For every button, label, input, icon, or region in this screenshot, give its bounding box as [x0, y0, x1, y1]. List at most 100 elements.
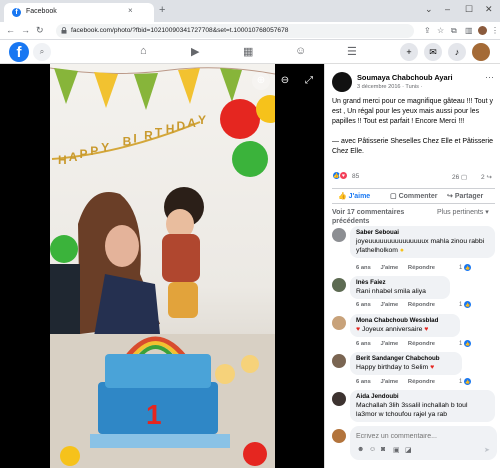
comment-like-count[interactable]: 1 👍	[459, 301, 472, 309]
zoom-in-icon[interactable]: ⊕	[252, 72, 270, 90]
comment-like-count[interactable]: 1 👍	[459, 378, 472, 385]
comment-like-count[interactable]: 1 👍	[459, 340, 472, 347]
extensions-icon[interactable]: ⧉	[451, 26, 457, 36]
comment-like-count-value: 1	[459, 265, 463, 272]
video-icon[interactable]: ▶	[191, 45, 199, 58]
heart-emoji-icon: ♥	[430, 364, 435, 371]
like-button[interactable]: 👍 J'aime	[338, 192, 370, 200]
comment-text-value: joyeuuuuuuuuuuuuuuux mahla zinou rabbi y…	[356, 238, 485, 254]
comment-bubble: Aida Jendoubi Machallah 3lih 3ssalil inc…	[350, 390, 495, 422]
lock-icon	[61, 27, 67, 34]
sticker-icon[interactable]: ◪	[405, 446, 412, 454]
post-author-name[interactable]: Soumaya Chabchoub Ayari	[357, 73, 453, 82]
forward-arrow-icon[interactable]: →	[21, 25, 30, 35]
photo-illustration: HAPPYBIRTHDAY 1	[50, 67, 275, 468]
url-bar[interactable]: facebook.com/photo/?fbid=102100903417277…	[56, 24, 414, 38]
comment-sort-dropdown[interactable]: Plus pertinents ▾	[437, 208, 495, 217]
notifications-bell-icon[interactable]: ♪	[448, 43, 466, 61]
share-button[interactable]: ↪ Partager	[447, 192, 483, 200]
banner-letter: R	[144, 128, 153, 142]
current-user-avatar	[332, 429, 346, 443]
comment-reply-link[interactable]: Répondre	[408, 302, 435, 308]
post-tagged-pages[interactable]: — avec Pâtisserie Sheselles Chez Elle et…	[332, 137, 495, 157]
like-button-label: J'aime	[348, 193, 371, 200]
commenter-name[interactable]: Saber Sebouai	[356, 229, 489, 236]
search-icon[interactable]: ⌕	[33, 43, 51, 61]
reload-icon[interactable]: ↻	[36, 25, 44, 36]
avatar-sticker-icon[interactable]: ☻	[357, 446, 364, 453]
comment-like-count[interactable]: 1 👍	[459, 264, 472, 272]
browser-tab[interactable]: f Facebook ×	[4, 3, 154, 22]
comment-age: 6 ans	[356, 265, 371, 271]
more-options-icon[interactable]: ⋯	[485, 72, 494, 83]
comment-count[interactable]: 26 ▢	[452, 173, 467, 181]
view-previous-comments-link[interactable]: Voir 17 commentaires précédents	[332, 208, 424, 226]
gif-icon[interactable]: ▣	[393, 446, 400, 454]
commenter-avatar[interactable]	[332, 278, 346, 292]
side-panel-icon[interactable]: ▥	[465, 26, 473, 35]
love-reaction-icon: ♥	[339, 171, 348, 180]
zoom-out-icon[interactable]: ⊖	[276, 72, 294, 90]
share-count[interactable]: 2 ↪	[481, 173, 492, 181]
comment-composer: ☻ ☺ ◙ ▣ ◪ ➤	[332, 426, 497, 462]
close-window-icon[interactable]: ✕	[485, 4, 493, 15]
fullscreen-icon[interactable]: ⤢	[300, 72, 318, 90]
minimize-icon[interactable]: –	[445, 4, 450, 14]
comment-reply-link[interactable]: Répondre	[408, 265, 435, 271]
emoji-icon[interactable]: ☺	[369, 446, 376, 453]
commenter-avatar[interactable]	[332, 316, 346, 330]
comment-age: 6 ans	[356, 379, 371, 385]
commenter-name[interactable]: Mona Chabchoub Wessblad	[356, 317, 454, 324]
birthday-photo[interactable]: HAPPYBIRTHDAY 1	[50, 64, 275, 468]
groups-icon[interactable]: ☺	[295, 45, 306, 57]
comment-meta: 6 ans J'aime Répondre	[356, 265, 443, 271]
commenter-avatar[interactable]	[332, 354, 346, 368]
banner-letter: Y	[198, 113, 206, 127]
banner-letter: P	[90, 144, 98, 158]
messenger-icon[interactable]: ✉	[424, 43, 442, 61]
back-arrow-icon[interactable]: ←	[6, 25, 15, 35]
commenter-name[interactable]: Berit Sandanger Chabchoub	[356, 355, 456, 362]
comment-count-value: 26	[452, 174, 460, 181]
create-plus-icon[interactable]: +	[400, 43, 418, 61]
post-date[interactable]: 3 décembre 2016 · Tunis ·	[357, 84, 422, 90]
commenter-avatar[interactable]	[332, 228, 346, 242]
comment-like-link[interactable]: J'aime	[380, 302, 398, 308]
comment-text: Machallah 3lih 3ssalil inchallah b toul …	[356, 402, 468, 418]
share-button-label: Partager	[454, 193, 484, 200]
account-avatar[interactable]	[472, 43, 490, 61]
comment-like-link[interactable]: J'aime	[380, 265, 398, 271]
share-icon[interactable]: ⇪	[424, 26, 431, 35]
comment-reply-link[interactable]: Répondre	[408, 341, 435, 347]
comment-reply-link[interactable]: Répondre	[408, 379, 435, 385]
comment-like-link[interactable]: J'aime	[380, 341, 398, 347]
close-tab-icon[interactable]: ×	[128, 6, 133, 15]
send-icon[interactable]: ➤	[484, 446, 490, 454]
menu-icon[interactable]: ☰	[347, 45, 357, 58]
banner-letters: HAPPYBIRTHDAY	[58, 113, 206, 167]
maximize-icon[interactable]: ☐	[465, 4, 473, 15]
browser-menu-icon[interactable]: ⋮	[491, 26, 499, 35]
comment-like-count-value: 1	[459, 302, 463, 309]
marketplace-icon[interactable]: ▦	[243, 45, 253, 58]
chevron-down-icon[interactable]: ⌄	[425, 4, 433, 15]
comment-button[interactable]: ▢ Commenter	[390, 192, 437, 200]
comment-age: 6 ans	[356, 341, 371, 347]
camera-icon[interactable]: ◙	[381, 446, 385, 453]
comment-input-box[interactable]: ☻ ☺ ◙ ▣ ◪ ➤	[350, 426, 497, 460]
facebook-logo[interactable]: f	[9, 42, 29, 62]
reaction-count[interactable]: 85	[352, 173, 359, 180]
banner-letter: H	[58, 153, 67, 167]
comment-text: Rani nhabel smila aliya	[356, 288, 426, 295]
post-author-avatar[interactable]	[332, 72, 352, 92]
commenter-name[interactable]: Inès Faiez	[356, 279, 444, 286]
comment-like-link[interactable]: J'aime	[380, 379, 398, 385]
commenter-name[interactable]: Aida Jendoubi	[356, 393, 489, 400]
profile-avatar[interactable]	[478, 26, 487, 35]
commenter-avatar[interactable]	[332, 392, 346, 406]
new-tab-button[interactable]: +	[159, 4, 165, 16]
home-icon[interactable]: ⌂	[140, 45, 147, 57]
comment-bubble: Mona Chabchoub Wessblad ♥ Joyeux anniver…	[350, 314, 460, 337]
bookmark-star-icon[interactable]: ☆	[437, 26, 444, 35]
comment-input[interactable]	[356, 430, 486, 442]
